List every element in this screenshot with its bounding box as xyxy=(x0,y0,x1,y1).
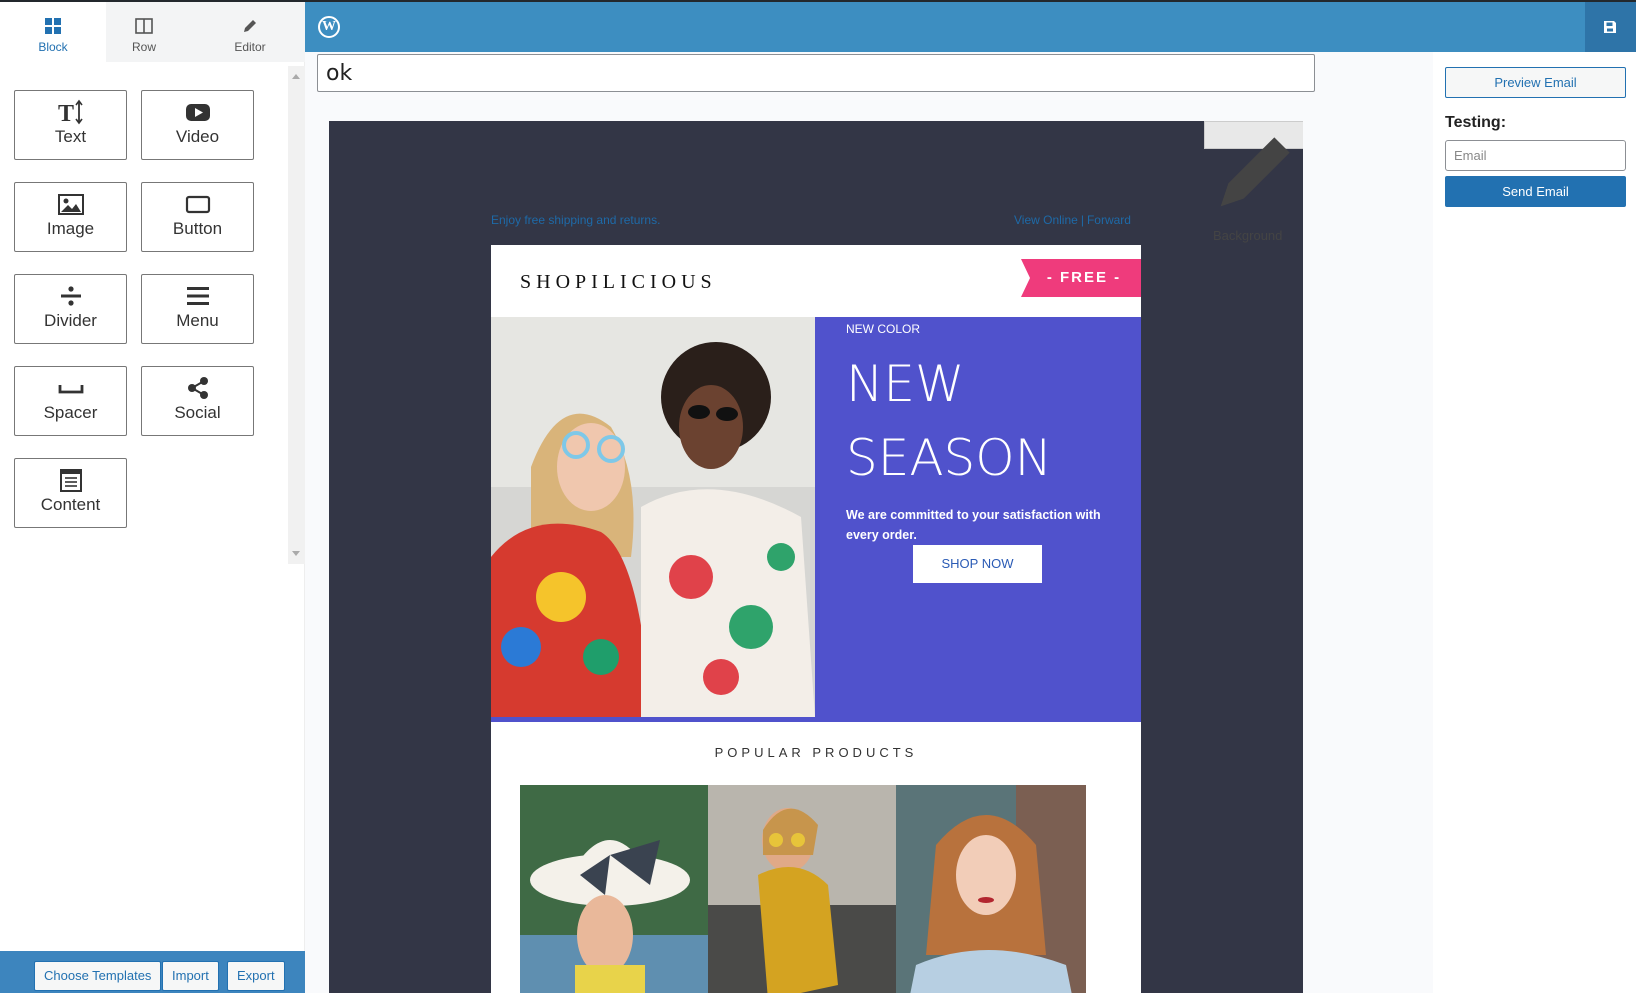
save-icon xyxy=(1604,21,1616,33)
block-button[interactable]: Button xyxy=(141,182,254,252)
free-ribbon[interactable]: - FREE - xyxy=(1021,259,1141,297)
hero-image[interactable] xyxy=(491,317,815,717)
block-text[interactable]: T Text xyxy=(14,90,127,160)
right-panel: Preview Email Testing: Send Email xyxy=(1433,52,1636,993)
divide-icon xyxy=(60,286,81,306)
hero-photo-illustration xyxy=(491,317,815,717)
email-body[interactable]: SHOPILICIOUS - FREE - NEW COLOR NEW SEAS… xyxy=(491,245,1141,993)
block-divider[interactable]: Divider xyxy=(14,274,127,344)
share-icon xyxy=(187,377,208,399)
block-image[interactable]: Image xyxy=(14,182,127,252)
new-color-label[interactable]: NEW COLOR xyxy=(846,322,920,336)
block-spacer[interactable]: Spacer xyxy=(14,366,127,436)
button-icon xyxy=(185,195,210,214)
send-email-button[interactable]: Send Email xyxy=(1445,176,1626,207)
spacer-icon xyxy=(58,385,83,394)
pencil-icon xyxy=(1220,137,1290,207)
editor-canvas: Background Enjoy free shipping and retur… xyxy=(305,52,1433,993)
import-button[interactable]: Import xyxy=(162,961,219,991)
commitment-text[interactable]: We are committed to your satisfaction wi… xyxy=(846,505,1131,545)
testing-label: Testing: xyxy=(1445,114,1507,131)
block-label: Spacer xyxy=(43,403,98,422)
template-toolbar: Choose Templates Import Export xyxy=(0,951,335,993)
background-button[interactable]: Background xyxy=(1204,121,1303,243)
youtube-icon xyxy=(185,104,210,121)
product-photo-hat xyxy=(520,785,710,993)
menu-icon xyxy=(186,287,209,305)
tab-editor[interactable]: Editor xyxy=(196,2,304,62)
hero-section[interactable]: NEW COLOR NEW SEASON We are committed to… xyxy=(491,317,1141,722)
top-bar: W xyxy=(305,2,1636,52)
tab-label: Row xyxy=(131,40,156,54)
tab-label: Editor xyxy=(234,40,266,54)
columns-icon xyxy=(135,18,153,34)
block-menu[interactable]: Menu xyxy=(141,274,254,344)
product-photo-denim xyxy=(896,785,1086,993)
block-label: Image xyxy=(46,219,95,238)
product-image[interactable] xyxy=(708,785,898,993)
hero-title-line1: NEW xyxy=(846,355,965,413)
product-image[interactable] xyxy=(520,785,710,993)
pencil-icon xyxy=(244,20,256,32)
save-button[interactable] xyxy=(1585,2,1636,52)
subject-input[interactable] xyxy=(317,54,1315,92)
content-icon xyxy=(59,469,82,492)
panel-tabs: Block Row Editor xyxy=(0,2,305,62)
block-label: Text xyxy=(54,127,87,146)
wordpress-icon[interactable]: W xyxy=(318,16,340,38)
view-online-link[interactable]: View Online xyxy=(1014,213,1078,227)
forward-link[interactable]: Forward xyxy=(1087,213,1131,227)
block-label: Divider xyxy=(44,311,97,330)
link-separator: | xyxy=(1080,213,1084,227)
block-label: Video xyxy=(175,127,220,146)
block-content[interactable]: Content xyxy=(14,458,127,528)
choose-templates-button[interactable]: Choose Templates xyxy=(34,961,162,991)
hero-title-line2: SEASON xyxy=(846,429,1053,487)
block-label: Content xyxy=(40,495,101,514)
tab-label: Block xyxy=(38,40,68,54)
grid-icon xyxy=(45,18,61,34)
tab-row[interactable]: Row xyxy=(86,2,202,62)
preheader-links: View Online | Forward xyxy=(1014,213,1131,227)
block-palette: T Text Video Image Button Divider Menu S… xyxy=(0,62,290,562)
background-button-label: Background xyxy=(1213,228,1283,243)
popular-products-heading[interactable]: POPULAR PRODUCTS xyxy=(491,745,1141,760)
export-button[interactable]: Export xyxy=(227,961,285,991)
product-image[interactable] xyxy=(896,785,1086,993)
image-icon xyxy=(57,194,84,215)
preheader-text[interactable]: Enjoy free shipping and returns. xyxy=(491,213,660,227)
hero-title[interactable]: NEW SEASON xyxy=(846,347,1052,495)
svg-text:T: T xyxy=(58,101,74,125)
block-label: Social xyxy=(174,403,221,422)
email-background[interactable]: Background Enjoy free shipping and retur… xyxy=(329,121,1303,993)
preview-email-button[interactable]: Preview Email xyxy=(1445,67,1626,98)
brand-logo[interactable]: SHOPILICIOUS xyxy=(520,271,717,294)
block-label: Menu xyxy=(176,311,219,330)
left-panel: Block Row Editor T Text Video Image Butt… xyxy=(0,2,305,993)
block-social[interactable]: Social xyxy=(141,366,254,436)
text-icon: T xyxy=(58,99,83,125)
shop-now-button[interactable]: SHOP NOW xyxy=(913,545,1042,583)
test-email-input[interactable] xyxy=(1445,140,1626,171)
palette-scrollbar[interactable] xyxy=(288,66,305,564)
scroll-down-arrow[interactable] xyxy=(292,551,300,556)
block-label: Button xyxy=(172,219,223,238)
block-video[interactable]: Video xyxy=(141,90,254,160)
product-photo-yellow-dress xyxy=(708,785,898,993)
scroll-up-arrow[interactable] xyxy=(292,74,300,79)
